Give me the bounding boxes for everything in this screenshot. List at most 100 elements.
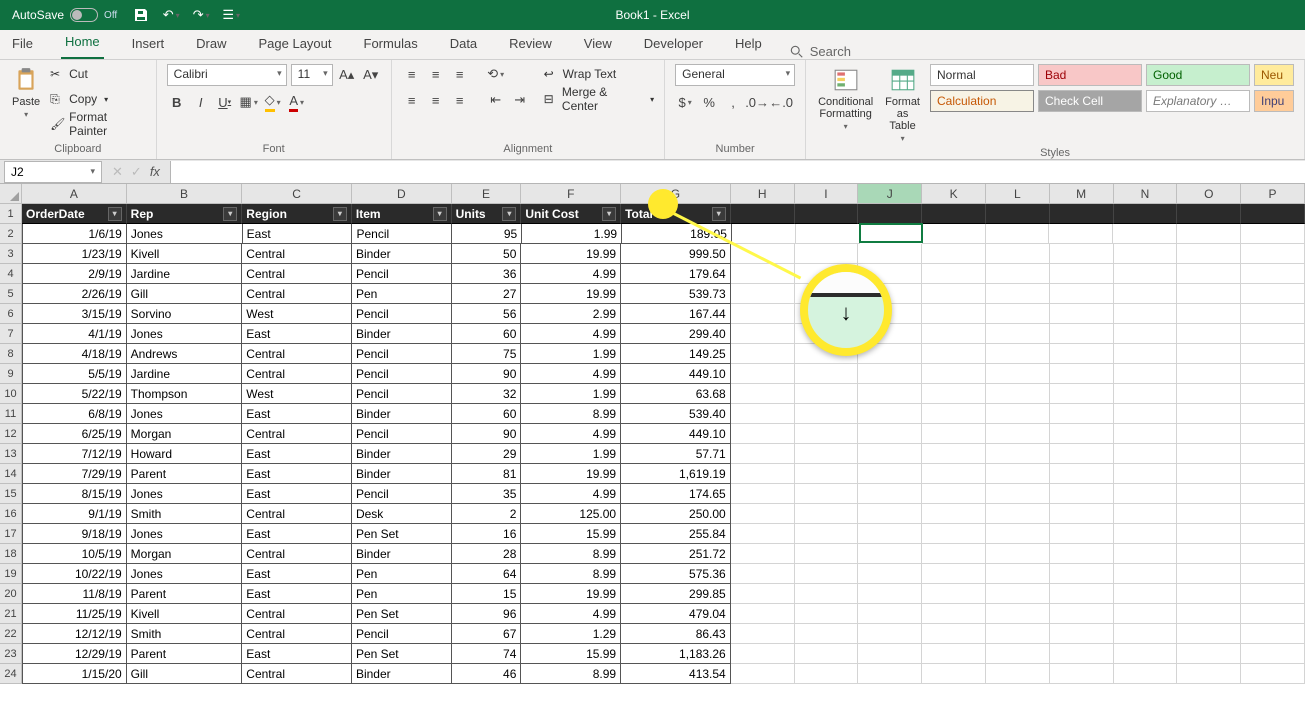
cell[interactable]: Central	[242, 664, 352, 684]
col-header-A[interactable]: A	[22, 184, 127, 204]
cell[interactable]	[858, 364, 922, 384]
orientation-icon[interactable]: ⟲	[486, 64, 506, 84]
table-header-orderdate[interactable]: OrderDate▾	[22, 204, 127, 224]
cell[interactable]: Jardine	[127, 364, 243, 384]
cell[interactable]: Kivell	[127, 604, 243, 624]
col-header-E[interactable]: E	[452, 184, 522, 204]
cell[interactable]	[1241, 484, 1305, 504]
cancel-formula-icon[interactable]: ✕	[112, 164, 123, 180]
cell[interactable]	[1177, 444, 1241, 464]
cell[interactable]	[986, 224, 1050, 244]
cell[interactable]	[986, 344, 1050, 364]
cell[interactable]: 75	[452, 344, 522, 364]
cell[interactable]: 149.25	[621, 344, 731, 364]
row-header-9[interactable]: 9	[0, 364, 22, 384]
row-header-23[interactable]: 23	[0, 644, 22, 664]
cell[interactable]: 9/1/19	[22, 504, 127, 524]
cell[interactable]: 250.00	[621, 504, 731, 524]
cell[interactable]: 27	[452, 284, 522, 304]
cell[interactable]	[1050, 304, 1114, 324]
percent-icon[interactable]: %	[699, 92, 719, 112]
cell[interactable]	[731, 444, 795, 464]
cell[interactable]: 539.73	[621, 284, 731, 304]
cell[interactable]	[858, 244, 922, 264]
cell[interactable]	[858, 484, 922, 504]
col-header-M[interactable]: M	[1050, 184, 1114, 204]
cell[interactable]: 36	[452, 264, 522, 284]
cell[interactable]: 2/9/19	[22, 264, 127, 284]
cell[interactable]: Central	[242, 264, 352, 284]
cell[interactable]	[1114, 624, 1178, 644]
cell[interactable]: Jardine	[127, 264, 243, 284]
cell[interactable]	[1241, 584, 1305, 604]
cell[interactable]	[1177, 224, 1241, 244]
cell[interactable]	[1241, 544, 1305, 564]
cell[interactable]: 15.99	[521, 524, 621, 544]
cell[interactable]: 479.04	[621, 604, 731, 624]
cell[interactable]: 19.99	[521, 284, 621, 304]
cell[interactable]	[1114, 504, 1178, 524]
cell[interactable]: Smith	[127, 624, 243, 644]
row-header-19[interactable]: 19	[0, 564, 22, 584]
cell[interactable]	[858, 584, 922, 604]
cell[interactable]: 19.99	[521, 584, 621, 604]
cell[interactable]: Jones	[127, 484, 243, 504]
paste-button[interactable]: Paste ▾	[10, 64, 42, 121]
cell[interactable]: 4.99	[521, 324, 621, 344]
tab-review[interactable]: Review	[505, 30, 556, 59]
cell[interactable]: East	[242, 564, 352, 584]
cell[interactable]: 60	[452, 404, 522, 424]
cell[interactable]	[986, 264, 1050, 284]
cell[interactable]	[922, 584, 986, 604]
cell[interactable]: 28	[452, 544, 522, 564]
row-header-14[interactable]: 14	[0, 464, 22, 484]
cell[interactable]	[795, 664, 859, 684]
cell[interactable]	[922, 304, 986, 324]
undo-icon[interactable]: ↶	[163, 7, 179, 23]
cell[interactable]	[922, 604, 986, 624]
cell[interactable]	[922, 524, 986, 544]
cell[interactable]	[1114, 364, 1178, 384]
align-left-icon[interactable]: ≡	[402, 90, 422, 110]
cell[interactable]	[858, 664, 922, 684]
cell[interactable]	[922, 504, 986, 524]
cell[interactable]: Pencil	[352, 624, 452, 644]
cell[interactable]	[795, 404, 859, 424]
cell[interactable]	[922, 384, 986, 404]
underline-button[interactable]: U▾	[215, 92, 235, 112]
cell[interactable]: Pencil	[352, 304, 452, 324]
row-header-22[interactable]: 22	[0, 624, 22, 644]
cell[interactable]: Central	[242, 604, 352, 624]
cell[interactable]: 179.64	[621, 264, 731, 284]
row-header-1[interactable]: 1	[0, 204, 22, 224]
cell[interactable]	[922, 484, 986, 504]
filter-arrow-icon[interactable]: ▾	[433, 207, 447, 221]
cell[interactable]: 46	[452, 664, 522, 684]
row-header-8[interactable]: 8	[0, 344, 22, 364]
format-as-table-button[interactable]: Format as Table ▾	[883, 64, 922, 145]
cell[interactable]: Pen Set	[352, 524, 452, 544]
cell[interactable]: 2/26/19	[22, 284, 127, 304]
cell[interactable]: 29	[452, 444, 522, 464]
cell[interactable]: 56	[452, 304, 522, 324]
wrap-text-button[interactable]: ↩Wrap Text	[544, 64, 654, 84]
cell[interactable]	[795, 584, 859, 604]
borders-button[interactable]: ▦	[239, 92, 259, 112]
cell[interactable]: 4/18/19	[22, 344, 127, 364]
cell[interactable]: 16	[452, 524, 522, 544]
cell[interactable]: 7/29/19	[22, 464, 127, 484]
cell[interactable]: Pencil	[352, 344, 452, 364]
cell[interactable]	[1114, 644, 1178, 664]
cell[interactable]	[1114, 444, 1178, 464]
cell[interactable]	[1050, 544, 1114, 564]
cell[interactable]	[1177, 504, 1241, 524]
row-header-13[interactable]: 13	[0, 444, 22, 464]
col-header-J[interactable]: J	[858, 184, 922, 204]
cell[interactable]: 1.99	[521, 344, 621, 364]
bold-button[interactable]: B	[167, 92, 187, 112]
cell[interactable]: 4.99	[521, 364, 621, 384]
cell[interactable]	[1177, 464, 1241, 484]
cell[interactable]: 8.99	[521, 664, 621, 684]
cell[interactable]	[1050, 584, 1114, 604]
cell[interactable]: Pencil	[352, 384, 452, 404]
